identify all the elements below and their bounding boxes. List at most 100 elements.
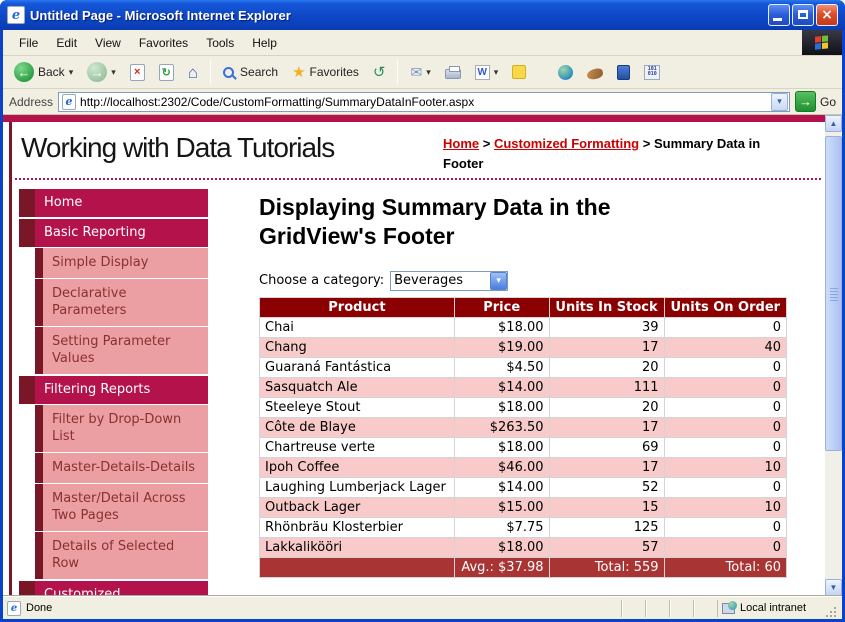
sidebar-item-filtering-reports[interactable]: Filtering Reports — [19, 376, 208, 404]
sidebar-item-label: Simple Display — [43, 248, 208, 278]
edit-with-word-button[interactable]: W ▾ — [470, 62, 504, 83]
close-button[interactable]: × — [816, 4, 838, 26]
cell-value: $18.00 — [454, 397, 549, 417]
sidebar-item-label: Details of Selected Row — [43, 532, 208, 579]
sidebar-navigation: HomeBasic ReportingSimple DisplayDeclara… — [19, 187, 208, 596]
status-separator — [693, 600, 717, 617]
cell-value: $14.00 — [454, 477, 549, 497]
cell-product: Ipoh Coffee — [260, 457, 455, 477]
breadcrumb: Home > Customized Formatting > Summary D… — [443, 134, 799, 173]
extension-button-1[interactable] — [553, 62, 578, 83]
cell-value: 17 — [549, 337, 664, 357]
menu-tools[interactable]: Tools — [198, 33, 242, 53]
address-label: Address — [9, 95, 53, 109]
cell-product: Guaraná Fantástica — [260, 357, 455, 377]
address-input[interactable] — [80, 95, 771, 109]
sidebar-marker — [35, 532, 43, 579]
scrollbar-thumb[interactable] — [825, 136, 842, 451]
favorites-button[interactable]: ★ Favorites — [287, 62, 364, 83]
cell-value: 39 — [549, 317, 664, 337]
window-title: Untitled Page - Microsoft Internet Explo… — [30, 8, 768, 23]
history-button[interactable]: ↺ — [368, 62, 391, 83]
menu-file[interactable]: File — [11, 33, 46, 53]
address-dropdown-button[interactable]: ▾ — [771, 93, 788, 111]
breadcrumb-home[interactable]: Home — [443, 136, 479, 151]
menu-help[interactable]: Help — [244, 33, 285, 53]
extension-button-3[interactable] — [612, 62, 635, 83]
sidebar-item-simple-display[interactable]: Simple Display — [35, 248, 208, 278]
edit-dropdown-icon[interactable]: ▾ — [494, 67, 499, 78]
favorites-label: Favorites — [310, 65, 359, 79]
table-row: Ipoh Coffee$46.001710 — [260, 457, 787, 477]
sidebar-item-label: Home — [35, 189, 208, 217]
scroll-down-button[interactable]: ▼ — [825, 579, 842, 596]
sidebar-item-declarative-parameters[interactable]: Declarative Parameters — [35, 279, 208, 326]
address-bar: Address e ▾ → Go — [3, 89, 842, 115]
cell-value: 17 — [549, 417, 664, 437]
back-dropdown-icon[interactable]: ▾ — [69, 67, 74, 78]
chevron-down-icon[interactable]: ▾ — [490, 272, 507, 290]
cell-product: Steeleye Stout — [260, 397, 455, 417]
forward-dropdown-icon[interactable]: ▾ — [111, 67, 116, 78]
cell-product: Laughing Lumberjack Lager — [260, 477, 455, 497]
products-gridview: ProductPriceUnits In StockUnits On Order… — [259, 297, 787, 578]
cell-value: 10 — [664, 497, 786, 517]
menu-view[interactable]: View — [87, 33, 129, 53]
refresh-button[interactable]: ↻ — [154, 61, 179, 84]
print-button[interactable] — [440, 62, 466, 82]
notes-button[interactable] — [507, 62, 531, 82]
stop-button[interactable]: × — [125, 61, 150, 84]
go-button[interactable]: → Go — [795, 91, 836, 112]
scroll-up-button[interactable]: ▲ — [825, 115, 842, 132]
sidebar-item-label: Filter by Drop-Down List — [43, 405, 208, 452]
resize-grip[interactable] — [825, 606, 838, 619]
sidebar-item-label: Basic Reporting — [35, 219, 208, 247]
back-icon: ← — [14, 62, 34, 82]
back-label: Back — [38, 65, 65, 79]
column-header-product: Product — [260, 297, 455, 317]
menu-edit[interactable]: Edit — [48, 33, 85, 53]
search-button[interactable]: Search — [218, 62, 283, 82]
home-button[interactable]: ⌂ — [183, 61, 203, 84]
mail-button[interactable]: ✉ ▾ — [405, 62, 435, 82]
table-row: Rhönbräu Klosterbier$7.751250 — [260, 517, 787, 537]
sidebar-item-master-detail-across-two-pages[interactable]: Master/Detail Across Two Pages — [35, 484, 208, 531]
table-row: Lakkalikööri$18.00570 — [260, 537, 787, 557]
extension-button-4[interactable]: 101 010 — [639, 62, 665, 83]
maximize-button[interactable] — [792, 4, 814, 26]
column-header-units-in-stock: Units In Stock — [549, 297, 664, 317]
cell-value: 0 — [664, 357, 786, 377]
cell-value: $18.00 — [454, 317, 549, 337]
sidebar-item-customized[interactable]: Customized — [19, 581, 208, 596]
category-select[interactable]: Beverages ▾ — [390, 271, 508, 291]
minimize-button[interactable] — [768, 4, 790, 26]
sidebar-item-basic-reporting[interactable]: Basic Reporting — [19, 219, 208, 247]
toolbar-separator — [210, 60, 211, 84]
back-button[interactable]: ← Back ▾ — [9, 59, 78, 85]
table-row: Steeleye Stout$18.00200 — [260, 397, 787, 417]
sidebar-item-setting-parameter-values[interactable]: Setting Parameter Values — [35, 327, 208, 374]
sidebar-item-filter-by-drop-down-list[interactable]: Filter by Drop-Down List — [35, 405, 208, 452]
sidebar-marker — [19, 376, 35, 404]
gridview-footer-row: Avg.: $37.98Total: 559Total: 60 — [260, 557, 787, 577]
mail-dropdown-icon[interactable]: ▾ — [426, 67, 431, 78]
cell-product: Chai — [260, 317, 455, 337]
ie-app-icon: e — [7, 6, 25, 24]
category-label: Choose a category: — [259, 273, 384, 288]
sidebar-item-details-of-selected-row[interactable]: Details of Selected Row — [35, 532, 208, 579]
menu-favorites[interactable]: Favorites — [131, 33, 196, 53]
extension-button-2[interactable] — [582, 63, 608, 82]
status-text: Done — [26, 602, 52, 614]
forward-button[interactable]: → ▾ — [82, 59, 121, 85]
cell-value: $18.00 — [454, 437, 549, 457]
search-icon — [223, 67, 234, 78]
sidebar-item-home[interactable]: Home — [19, 189, 208, 217]
go-icon: → — [795, 91, 816, 112]
toolbar-separator — [397, 60, 398, 84]
breadcrumb-customized-formatting[interactable]: Customized Formatting — [494, 136, 639, 151]
sidebar-item-master-details-details[interactable]: Master-Details-Details — [35, 453, 208, 483]
vertical-scrollbar[interactable]: ▲ ▼ — [825, 115, 842, 596]
status-separator — [669, 600, 693, 617]
cell-product: Chang — [260, 337, 455, 357]
cell-product: Côte de Blaye — [260, 417, 455, 437]
